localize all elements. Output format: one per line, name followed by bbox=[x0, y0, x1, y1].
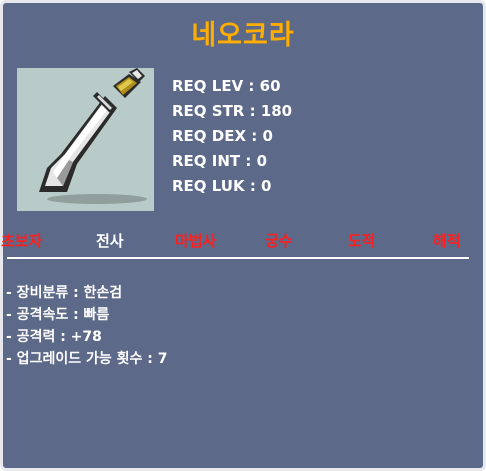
divider bbox=[7, 257, 469, 259]
job-warrior: 전사 bbox=[96, 232, 124, 250]
stats-list: - 장비분류 : 한손검 - 공격속도 : 빠름 - 공격력 : +78 - 업… bbox=[6, 282, 167, 370]
req-level: REQ LEV : 60 bbox=[172, 77, 281, 95]
stat-upgrade-slots: - 업그레이드 가능 횟수 : 7 bbox=[6, 351, 168, 367]
job-list: 초보자 전사 마법사 궁수 도적 해적 bbox=[1, 230, 483, 256]
job-magician: 마법사 bbox=[175, 232, 217, 250]
job-beginner: 초보자 bbox=[1, 232, 43, 250]
job-thief: 도적 bbox=[348, 232, 376, 250]
requirements-list: REQ LEV : 60 REQ STR : 180 REQ DEX : 0 R… bbox=[172, 74, 292, 199]
item-icon-frame bbox=[17, 68, 154, 211]
item-tooltip: 네오코라 REQ LEV : 60 REQ STR : 180 REQ DEX … bbox=[0, 0, 486, 471]
stat-attack-speed: - 공격속도 : 빠름 bbox=[6, 307, 110, 323]
item-name: 네오코라 bbox=[191, 20, 295, 51]
stat-category: - 장비분류 : 한손검 bbox=[6, 285, 123, 301]
job-bowman: 궁수 bbox=[265, 232, 293, 250]
req-dex: REQ DEX : 0 bbox=[172, 127, 273, 145]
job-pirate: 해적 bbox=[433, 232, 461, 250]
req-str: REQ STR : 180 bbox=[172, 102, 293, 120]
req-int: REQ INT : 0 bbox=[172, 152, 268, 170]
dagger-sword-icon bbox=[39, 68, 147, 204]
stat-attack-power: - 공격력 : +78 bbox=[6, 329, 102, 345]
req-luk: REQ LUK : 0 bbox=[172, 177, 272, 195]
